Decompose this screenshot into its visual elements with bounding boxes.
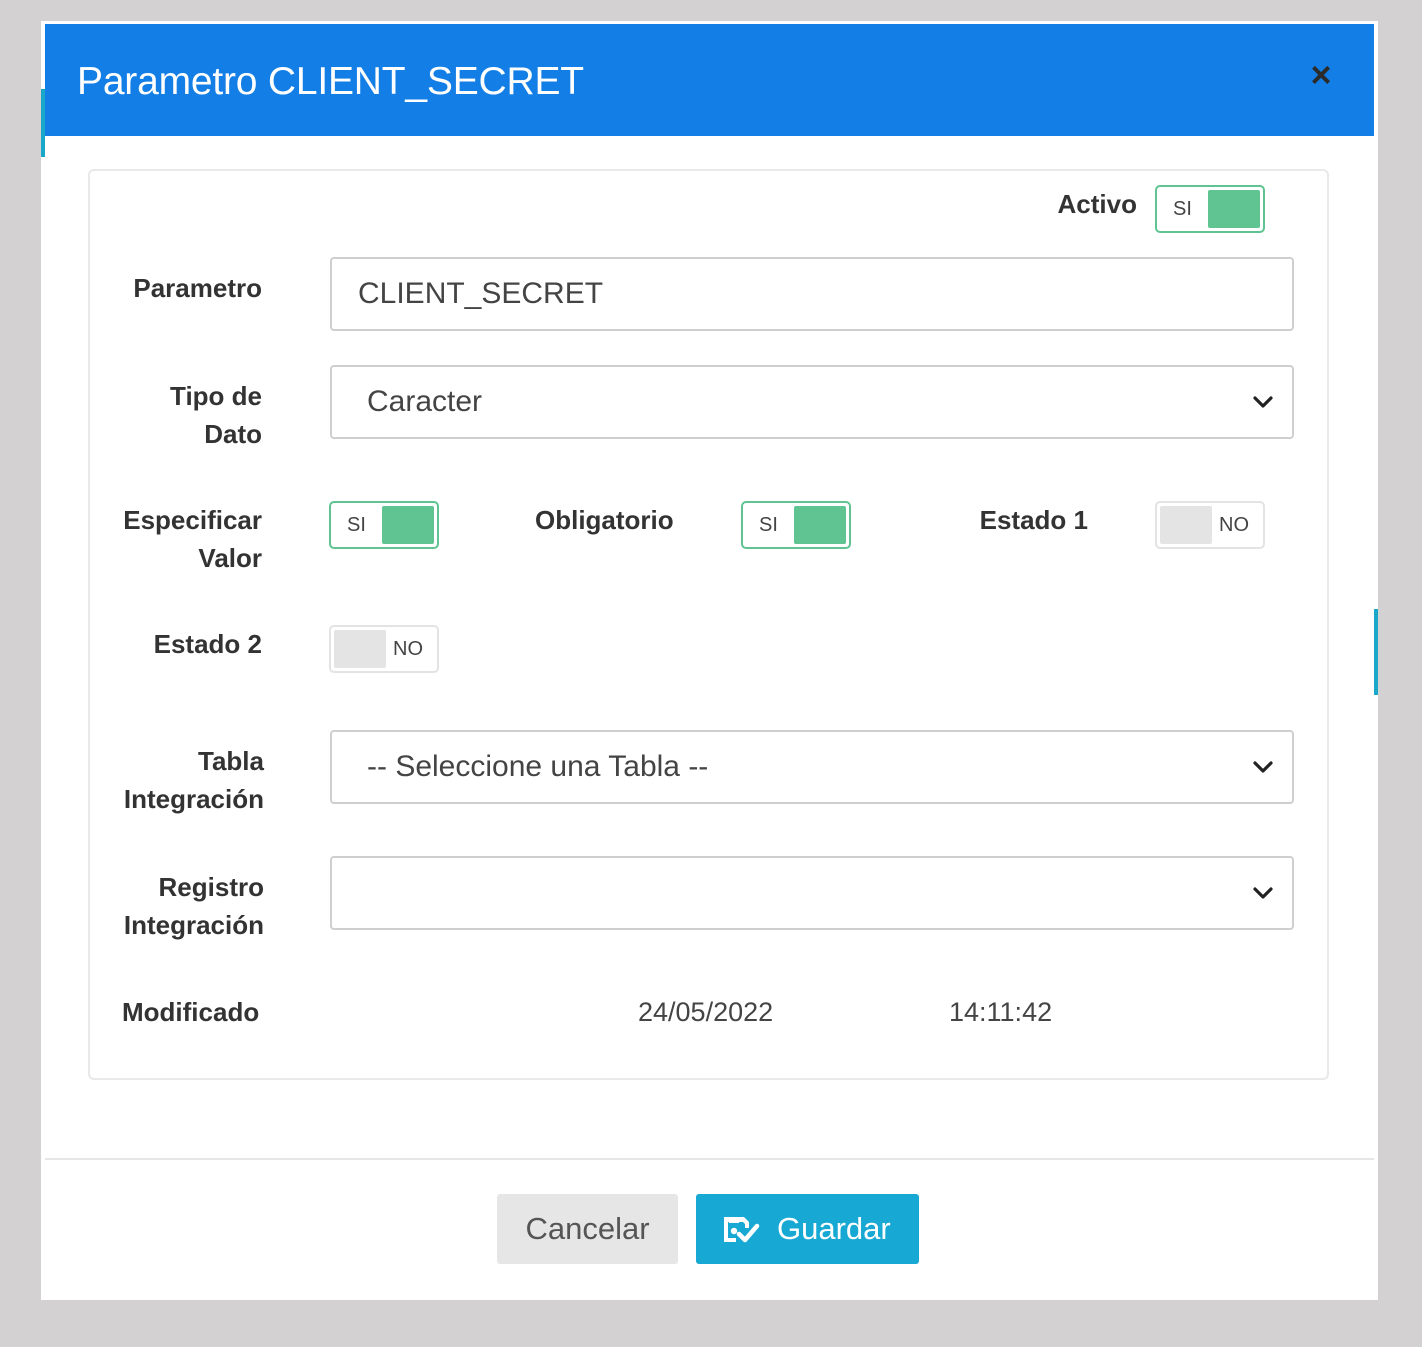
chevron-down-icon	[1253, 761, 1273, 773]
estado2-toggle-state: NO	[393, 638, 423, 660]
parametro-input[interactable]: CLIENT_SECRET	[330, 257, 1294, 331]
tipo-dato-label-line1: Tipo de	[170, 381, 262, 411]
activo-toggle[interactable]: SI	[1155, 185, 1265, 233]
modificado-date: 24/05/2022	[638, 997, 774, 1027]
modal-header: Parametro CLIENT_SECRET ×	[45, 24, 1374, 136]
tipo-dato-select[interactable]: Caracter	[330, 365, 1294, 439]
save-button[interactable]: Guardar	[696, 1194, 919, 1264]
close-icon[interactable]: ×	[1304, 57, 1338, 93]
modal-title: Parametro CLIENT_SECRET	[77, 60, 584, 103]
cancel-button[interactable]: Cancelar	[497, 1194, 678, 1264]
obligatorio-toggle-knob	[794, 506, 846, 544]
obligatorio-toggle-state: SI	[759, 514, 778, 536]
registro-integracion-label: Registro Integración	[90, 868, 264, 944]
modificado-label: Modificado	[122, 997, 260, 1027]
especificar-valor-toggle-knob	[382, 506, 434, 544]
chevron-down-icon	[1253, 396, 1273, 408]
tabla-integracion-select[interactable]: -- Seleccione una Tabla --	[330, 730, 1294, 804]
tipo-dato-label: Tipo de Dato	[90, 377, 262, 453]
activo-label: Activo	[1057, 189, 1137, 219]
estado2-toggle[interactable]: NO	[329, 625, 439, 673]
footer-divider	[45, 1158, 1374, 1160]
registro-integracion-label-line2: Integración	[123, 910, 264, 940]
estado1-label: Estado 1	[979, 505, 1088, 535]
especificar-valor-toggle[interactable]: SI	[329, 501, 439, 549]
chevron-down-icon	[1253, 887, 1273, 899]
especificar-valor-toggle-state: SI	[347, 514, 366, 536]
especificar-valor-label-line1: Especificar	[123, 505, 262, 535]
parameter-modal: Parametro CLIENT_SECRET × Activo SI Para…	[45, 24, 1374, 1300]
activo-toggle-state: SI	[1173, 198, 1192, 220]
especificar-valor-label: Especificar Valor	[90, 501, 262, 577]
tipo-dato-selected: Caracter	[367, 385, 483, 418]
obligatorio-label: Obligatorio	[535, 505, 674, 535]
modificado-time: 14:11:42	[949, 997, 1053, 1027]
tipo-dato-label-line2: Dato	[204, 419, 262, 449]
estado2-label: Estado 2	[153, 629, 262, 659]
save-check-icon	[724, 1217, 760, 1243]
registro-integracion-select[interactable]	[330, 856, 1294, 930]
especificar-valor-label-line2: Valor	[198, 543, 262, 573]
estado1-toggle-knob	[1160, 506, 1212, 544]
estado1-toggle-state: NO	[1219, 514, 1249, 536]
form-panel: Activo SI Parametro CLIENT_SECRET Tipo d…	[88, 169, 1329, 1080]
activo-toggle-knob	[1208, 190, 1260, 228]
parametro-label: Parametro	[133, 273, 262, 303]
save-button-label: Guardar	[777, 1211, 891, 1246]
estado2-toggle-knob	[334, 630, 386, 668]
estado1-toggle[interactable]: NO	[1155, 501, 1265, 549]
registro-integracion-label-line1: Registro	[158, 872, 264, 902]
tabla-integracion-label-line2: Integración	[123, 784, 264, 814]
tabla-integracion-label-line1: Tabla	[198, 746, 264, 776]
tabla-integracion-selected: -- Seleccione una Tabla --	[367, 750, 709, 783]
obligatorio-toggle[interactable]: SI	[741, 501, 851, 549]
tabla-integracion-label: Tabla Integración	[90, 742, 264, 818]
